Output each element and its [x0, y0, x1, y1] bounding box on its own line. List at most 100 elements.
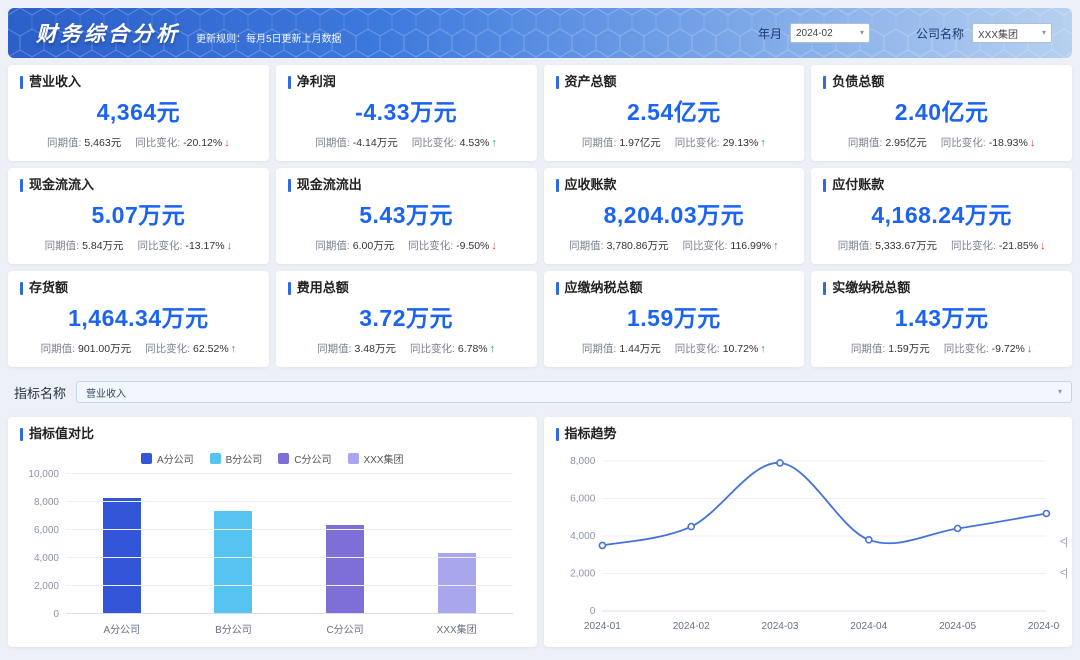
legend-swatch-icon	[278, 453, 289, 464]
kpi-title: 资产总额	[565, 75, 617, 89]
gridline	[66, 585, 513, 586]
line-x-tick-label: 2024-01	[583, 621, 620, 632]
kpi-grid: 营业收入 4,364元 同期值:5,463元同比变化:-20.12%↓ 净利润 …	[8, 65, 1072, 367]
data-point	[1043, 511, 1049, 517]
line-y-tick-label: 0	[589, 606, 595, 617]
kpi-title: 营业收入	[29, 75, 81, 89]
yoy-value: 29.13%	[723, 137, 759, 149]
yoy-value: 62.52%	[193, 343, 229, 355]
bar-x-tick-label: A分公司	[66, 621, 178, 636]
bar-x-axis: A分公司B分公司C分公司XXX集团	[66, 621, 513, 636]
kpi-card: 应付账款 4,168.24万元 同期值:5,333.67万元同比变化:-21.8…	[811, 168, 1072, 264]
kpi-card: 应缴纳税总额 1.59万元 同期值:1.44万元同比变化:10.72%↑	[544, 271, 805, 367]
line-y-tick-label: 6,000	[570, 494, 596, 505]
kpi-meta: 同期值:1.44万元同比变化:10.72%↑	[556, 341, 793, 356]
kpi-title: 应收账款	[565, 178, 617, 192]
month-select[interactable]: 2024-02 ▾	[790, 23, 870, 43]
line-panel-title: 指标趋势	[556, 427, 1061, 441]
kpi-value: 1,464.34万元	[20, 299, 257, 333]
kpi-meta: 同期值:2.95亿元同比变化:-18.93%↓	[823, 135, 1060, 150]
kpi-title: 存货额	[29, 281, 68, 295]
line-y-tick-label: 4,000	[570, 531, 596, 542]
yoy-label: 同比变化:	[944, 343, 989, 355]
kpi-value: 2.40亿元	[823, 93, 1060, 127]
trend-arrow-icon: ↑	[760, 343, 766, 355]
yoy-value: 116.99%	[730, 240, 771, 252]
kpi-card: 费用总额 3.72万元 同期值:3.48万元同比变化:6.78%↑	[276, 271, 537, 367]
trend-line	[602, 463, 1046, 546]
kpi-value: 5.43万元	[288, 196, 525, 230]
kpi-value: 4,168.24万元	[823, 196, 1060, 230]
title-accent-bar	[556, 428, 559, 441]
prev-period-value: 901.00万元	[78, 343, 131, 355]
title-accent-bar	[823, 179, 826, 192]
gridline	[66, 613, 513, 614]
kpi-title-row: 现金流流入	[20, 178, 257, 192]
kpi-title-row: 净利润	[288, 75, 525, 89]
chevron-down-icon: ▾	[1058, 388, 1062, 396]
kpi-value: 2.54亿元	[556, 93, 793, 127]
prev-period-label: 同期值:	[315, 137, 349, 149]
kpi-title: 现金流流入	[29, 178, 94, 192]
yoy-label: 同比变化:	[138, 240, 183, 252]
title-accent-bar	[556, 179, 559, 192]
bar-y-tick-label: 4,000	[34, 553, 59, 564]
trend-nav-collapse-icon[interactable]: <|	[1060, 568, 1067, 579]
kpi-title: 实缴纳税总额	[832, 281, 910, 295]
legend-item[interactable]: XXX集团	[348, 451, 404, 466]
title-accent-bar	[288, 179, 291, 192]
kpi-card: 资产总额 2.54亿元 同期值:1.97亿元同比变化:29.13%↑	[544, 65, 805, 161]
prev-period-label: 同期值:	[317, 343, 351, 355]
kpi-card: 存货额 1,464.34万元 同期值:901.00万元同比变化:62.52%↑	[8, 271, 269, 367]
kpi-title: 净利润	[297, 75, 336, 89]
prev-period-label: 同期值:	[47, 137, 81, 149]
yoy-value: 4.53%	[460, 137, 490, 149]
kpi-title-row: 应付账款	[823, 178, 1060, 192]
month-label: 年月	[758, 25, 782, 42]
yoy-value: -9.50%	[456, 240, 489, 252]
company-select[interactable]: XXX集团 ▾	[972, 23, 1052, 43]
bar-y-tick-label: 0	[53, 609, 59, 620]
kpi-value: 5.07万元	[20, 196, 257, 230]
yoy-label: 同比变化:	[408, 240, 453, 252]
charts-row: 指标值对比 A分公司B分公司C分公司XXX集团 02,0004,0006,000…	[8, 417, 1072, 647]
yoy-value: -20.12%	[183, 137, 222, 149]
title-accent-bar	[823, 76, 826, 89]
prev-period-value: 6.00万元	[353, 240, 394, 252]
kpi-title-row: 现金流流出	[288, 178, 525, 192]
trend-arrow-icon: ↓	[227, 240, 233, 252]
prev-period-value: 1.97亿元	[619, 137, 660, 149]
legend-item[interactable]: B分公司	[210, 451, 263, 466]
trend-arrow-icon: ↑	[231, 343, 237, 355]
bar-x-tick-label: XXX集团	[401, 621, 513, 636]
yoy-value: -21.85%	[999, 240, 1038, 252]
kpi-meta: 同期值:-4.14万元同比变化:4.53%↑	[288, 135, 525, 150]
kpi-card: 现金流流出 5.43万元 同期值:6.00万元同比变化:-9.50%↓	[276, 168, 537, 264]
legend-item[interactable]: A分公司	[141, 451, 194, 466]
title-accent-bar	[20, 179, 23, 192]
yoy-label: 同比变化:	[675, 343, 720, 355]
prev-period-value: -4.14万元	[353, 137, 398, 149]
kpi-title-row: 负债总额	[823, 75, 1060, 89]
kpi-title: 应付账款	[832, 178, 884, 192]
bar-chart-panel: 指标值对比 A分公司B分公司C分公司XXX集团 02,0004,0006,000…	[8, 417, 537, 647]
data-point	[776, 460, 782, 466]
prev-period-label: 同期值:	[582, 343, 616, 355]
kpi-value: -4.33万元	[288, 93, 525, 127]
gridline	[66, 557, 513, 558]
legend-item[interactable]: C分公司	[278, 451, 331, 466]
yoy-label: 同比变化:	[410, 343, 455, 355]
gridline	[66, 473, 513, 474]
data-point	[599, 543, 605, 549]
prev-period-value: 1.44万元	[619, 343, 660, 355]
header-filters: 年月 2024-02 ▾ 公司名称 XXX集团 ▾	[758, 23, 1052, 43]
kpi-value: 8,204.03万元	[556, 196, 793, 230]
kpi-title: 现金流流出	[297, 178, 362, 192]
prev-period-value: 2.95亿元	[885, 137, 926, 149]
line-chart: 02,0004,0006,0008,0002024-012024-022024-…	[556, 445, 1061, 642]
indicator-select[interactable]: 营业收入 ▾	[76, 381, 1072, 403]
title-accent-bar	[288, 282, 291, 295]
trend-nav-collapse-icon[interactable]: <|	[1060, 537, 1067, 548]
indicator-filter-row: 指标名称 营业收入 ▾	[8, 381, 1072, 403]
company-label: 公司名称	[916, 25, 964, 42]
